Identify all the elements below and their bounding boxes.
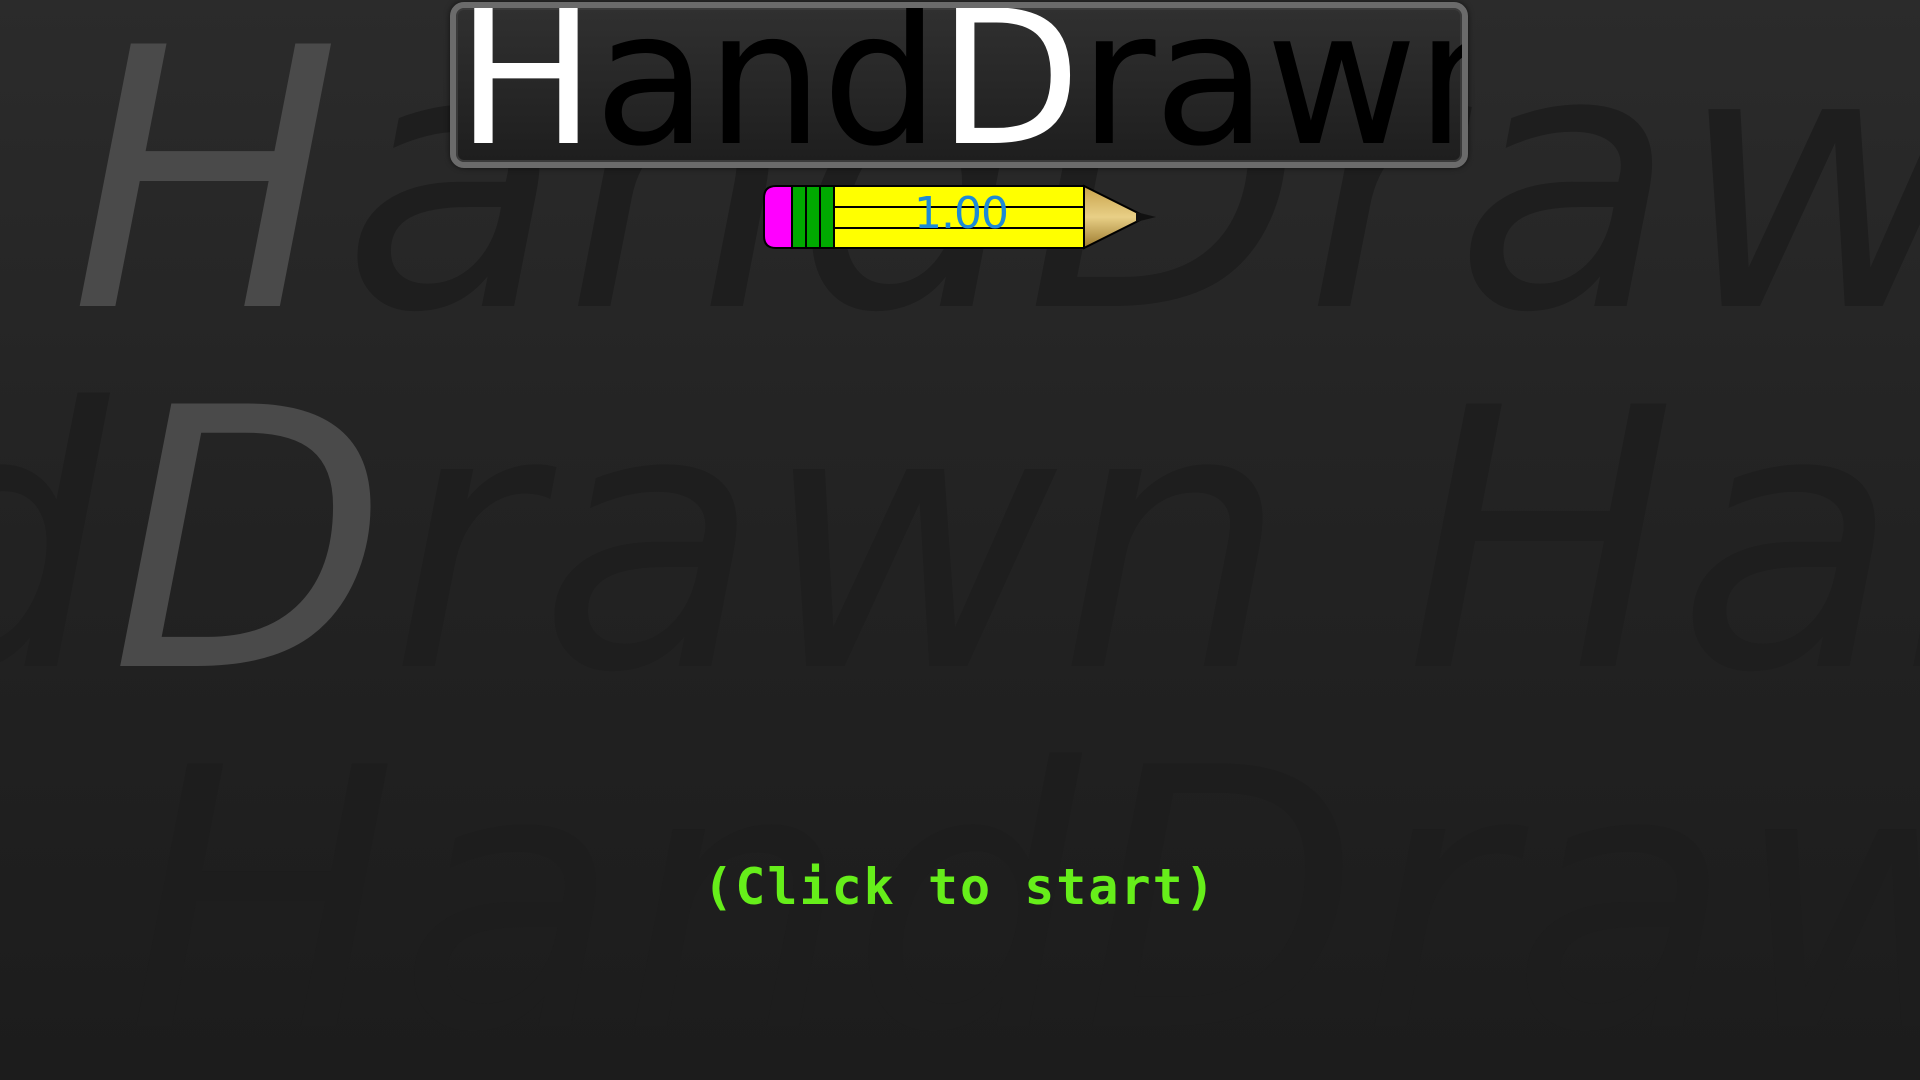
title-segment-rawn: rawn xyxy=(1079,2,1462,168)
pencil-band xyxy=(805,185,821,249)
title-letter-h: H xyxy=(456,2,596,168)
pencil-band xyxy=(791,185,807,249)
click-to-start-prompt[interactable]: (Click to start) xyxy=(0,862,1920,912)
version-badge: 1.00 xyxy=(762,184,1162,250)
title-segment-and: and xyxy=(593,2,940,168)
game-title: HandDrawn xyxy=(456,2,1462,168)
background-watermark-row: dDrawn HandD xyxy=(0,332,1920,751)
title-letter-d: D xyxy=(937,2,1081,168)
pencil-band xyxy=(819,185,835,249)
version-number: 1.00 xyxy=(914,188,1009,239)
pencil-lead xyxy=(1136,212,1156,222)
pencil-tip xyxy=(1083,184,1141,250)
title-banner: HandDrawn xyxy=(450,2,1468,168)
title-screen[interactable]: HandDrawn dDrawn HandD n HandDrawn HandD… xyxy=(0,0,1920,1080)
pencil-eraser xyxy=(763,185,793,249)
